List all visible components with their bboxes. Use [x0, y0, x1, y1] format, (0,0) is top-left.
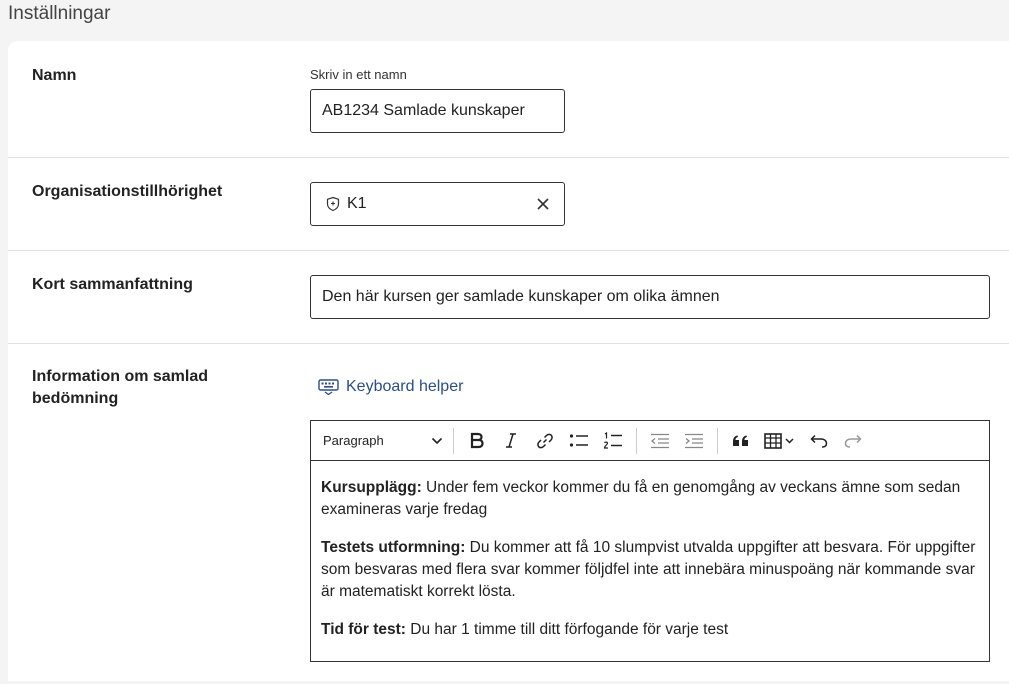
redo-icon: [844, 434, 862, 448]
name-input[interactable]: [310, 89, 565, 133]
content-heading: Tid för test:: [321, 621, 406, 638]
summary-input[interactable]: [310, 275, 990, 319]
outdent-icon: [650, 433, 669, 448]
name-row: Namn Skriv in ett namn: [8, 41, 1009, 158]
keyboard-icon: [318, 379, 339, 395]
summary-label: Kort sammanfattning: [32, 276, 193, 293]
toolbar-divider: [453, 427, 454, 454]
link-icon: [537, 433, 553, 448]
link-button[interactable]: [528, 426, 562, 456]
indent-icon: [685, 433, 703, 448]
paragraph-format-select[interactable]: Paragraph: [323, 433, 447, 448]
undo-button[interactable]: [802, 426, 836, 456]
bullet-list-icon: [569, 433, 588, 447]
keyboard-helper-label: Keyboard helper: [346, 378, 464, 395]
organization-select[interactable]: K1: [310, 182, 565, 226]
indent-button[interactable]: [677, 426, 711, 456]
italic-button[interactable]: [494, 426, 528, 456]
editor-content[interactable]: Kursupplägg: Under fem veckor kommer du …: [311, 461, 989, 641]
organization-value: K1: [347, 195, 367, 212]
rich-text-editor[interactable]: Paragraph Kursupplägg: Under fem veckor …: [310, 420, 990, 662]
bold-icon: [470, 432, 484, 448]
page-title: Inställningar: [8, 3, 111, 24]
table-button[interactable]: [758, 426, 802, 456]
content-paragraph: Tid för test: Du har 1 timme till ditt f…: [321, 619, 979, 641]
numbered-list-button[interactable]: [596, 426, 630, 456]
settings-panel: Namn Skriv in ett namn Organisationstill…: [8, 41, 1009, 681]
toolbar-divider: [636, 427, 637, 454]
name-label: Namn: [32, 67, 77, 84]
organization-label: Organisationstillhörighet: [32, 183, 223, 200]
close-icon[interactable]: [534, 195, 552, 213]
shield-icon: [326, 196, 340, 212]
keyboard-helper-link[interactable]: Keyboard helper: [318, 378, 463, 396]
content-text: Du har 1 timme till ditt förfogande för …: [405, 621, 729, 638]
content-paragraph: Testets utformning: Du kommer att få 10 …: [321, 537, 979, 603]
toolbar-divider: [717, 427, 718, 454]
content-heading: Kursupplägg:: [321, 479, 422, 496]
paragraph-format-label: Paragraph: [323, 433, 384, 448]
blockquote-button[interactable]: [724, 426, 758, 456]
content-paragraph: Kursupplägg: Under fem veckor kommer du …: [321, 477, 979, 521]
bold-button[interactable]: [460, 426, 494, 456]
assessment-info-label: Information om samlad bedömning: [32, 368, 209, 407]
numbered-list-icon: [603, 431, 622, 449]
chevron-down-icon: [431, 437, 443, 444]
italic-icon: [506, 432, 516, 448]
name-hint: Skriv in ett namn: [310, 67, 407, 82]
outdent-button[interactable]: [643, 426, 677, 456]
undo-icon: [810, 434, 828, 448]
summary-row: Kort sammanfattning: [8, 251, 1009, 344]
editor-toolbar: Paragraph: [311, 421, 989, 461]
redo-button[interactable]: [836, 426, 870, 456]
table-icon: [764, 432, 794, 449]
content-heading: Testets utformning:: [321, 539, 466, 556]
bullet-list-button[interactable]: [562, 426, 596, 456]
blockquote-icon: [733, 435, 748, 446]
